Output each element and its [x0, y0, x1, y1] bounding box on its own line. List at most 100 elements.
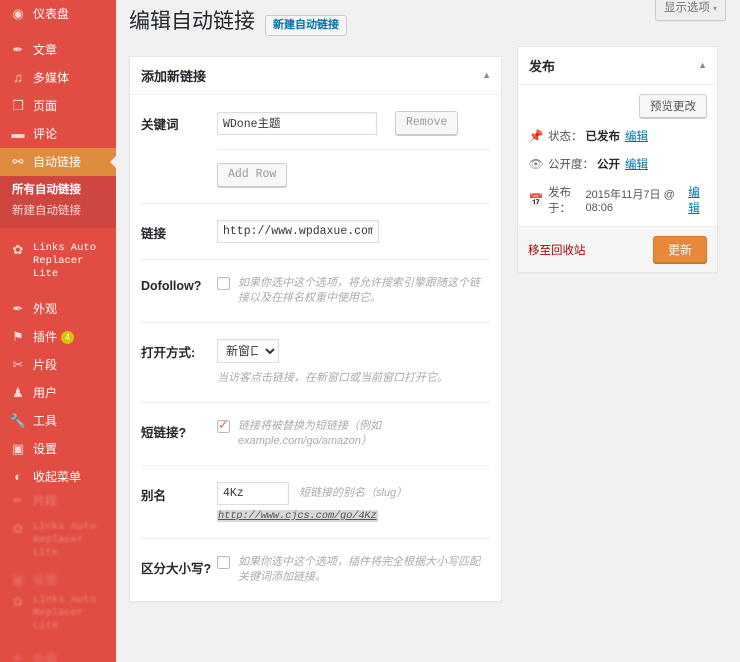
pin-icon: ✒ [12, 42, 24, 57]
visibility-label: 公开度： [548, 159, 594, 171]
sidebar-item-label: 设置 [33, 442, 58, 456]
sidebar-item-appearance[interactable]: ✒ 外观 [0, 295, 116, 323]
metabox-header[interactable]: 添加新链接 ▲ [130, 57, 501, 95]
publish-metabox-header[interactable]: 发布 ▲ [518, 47, 717, 85]
comment-icon: ▬ [11, 126, 25, 141]
chevron-up-icon[interactable]: ▲ [482, 71, 491, 80]
admin-page: ◉ 仪表盘 ✒ 文章 ♫ 多媒体 ❒ 页面 ▬ 评论 ⚯ 自动链接 所有自动链接… [0, 0, 740, 662]
keyword-label: 关键词 [141, 118, 179, 132]
shortlink-checkbox[interactable] [217, 418, 230, 433]
move-to-trash-link[interactable]: 移至回收站 [528, 242, 586, 258]
field-row-shortlink: 短链接? 链接将被替换为短链接（例如 example.com/go/amazon… [141, 403, 490, 466]
add-new-link-metabox: 添加新链接 ▲ 关键词 Remove [129, 56, 502, 602]
sidebar-item-label: Links Auto Replacer Lite [33, 521, 97, 559]
case-sensitive-checkbox[interactable] [217, 556, 230, 569]
sidebar-subitem-all-auto-links[interactable]: 所有自动链接 [0, 180, 116, 201]
target-select[interactable]: 新窗口 当前窗口 [217, 339, 279, 363]
remove-keyword-button[interactable]: Remove [395, 111, 459, 135]
eye-icon: 👁 [528, 157, 544, 171]
menu-separator [0, 28, 116, 36]
gear-icon: ✿ [12, 242, 24, 257]
sidebar-item-pages[interactable]: ❒ 页面 [0, 92, 116, 120]
screen-meta-links: 显示选项 ▾ [654, 0, 726, 21]
sidebar-item-snippets[interactable]: ✂ 片段 [0, 351, 116, 379]
status-label: 状态： [548, 131, 583, 143]
shortlink-description: 链接将被替换为短链接（例如 example.com/go/amazon） [238, 420, 381, 447]
sidebar-item-label: 片段 [33, 358, 58, 372]
settings-icon: ▣ [11, 572, 25, 587]
sidebar-item-label: 用户 [33, 386, 58, 400]
sidebar-ghost-item: ✒ 片段 [0, 487, 116, 515]
target-label: 打开方式: [141, 346, 196, 360]
field-row-target: 打开方式: 新窗口 当前窗口 当访客点击链接，在新窗口或当前窗口打开它。 [141, 323, 490, 403]
sidebar-subitem-new-auto-link[interactable]: 新建自动链接 [0, 201, 116, 222]
edit-visibility-link[interactable]: 编辑 [625, 156, 648, 172]
snippets-icon: ✂ [12, 357, 24, 372]
sidebar-item-auto-links[interactable]: ⚯ 自动链接 [0, 148, 116, 176]
add-row-button[interactable]: Add Row [217, 163, 288, 187]
case-sensitive-label: 区分大小写? [141, 562, 212, 576]
settings-icon: ▣ [11, 441, 25, 456]
sidebar-item-label: 片段 [33, 494, 58, 508]
keyword-input[interactable] [217, 111, 377, 135]
sidebar-item-label: 外观 [33, 302, 58, 316]
metabox-inside: 关键词 Remove Add Row [130, 95, 501, 601]
field-row-case-sensitive: 区分大小写? 如果你选中这个选项，插件将完全根据大小写匹配关键词添加链接。 [141, 539, 490, 601]
keyword-body: Remove Add Row [217, 111, 490, 187]
sidebar-item-label: Links Auto Replacer Lite [33, 242, 97, 280]
shortlink-label: 短链接? [141, 426, 187, 440]
menu-separator [0, 287, 116, 295]
dashboard-icon: ◉ [12, 6, 24, 21]
dofollow-checkbox[interactable] [217, 277, 230, 290]
sidebar-ghost-item: ✒ 外观 [0, 645, 116, 662]
sidebar-item-users[interactable]: ♟ 用户 [0, 379, 116, 407]
screen-options-button[interactable]: 显示选项 ▾ [654, 0, 726, 21]
sidebar-item-label: 工具 [33, 414, 58, 428]
link-label: 链接 [141, 227, 167, 241]
plugins-icon: ⚑ [12, 329, 24, 344]
case-sensitive-description: 如果你选中这个选项，插件将完全根据大小写匹配关键词添加链接。 [238, 556, 480, 583]
sidebar-item-plugins[interactable]: ⚑ 插件 4 [0, 323, 116, 351]
link-url-input[interactable] [217, 220, 379, 243]
sidebar-submenu-auto-links: 所有自动链接 新建自动链接 [0, 176, 116, 228]
users-icon: ♟ [12, 385, 24, 400]
plugins-update-badge: 4 [61, 330, 75, 344]
sidebar-item-settings[interactable]: ▣ 设置 [0, 435, 116, 463]
sidebar-item-tools[interactable]: 🔧 工具 [0, 407, 116, 435]
short-link-url[interactable]: http://www.cjcs.com/go/4Kz [217, 510, 378, 522]
field-row-keyword: 关键词 Remove Add Row [141, 95, 490, 204]
page-header: 编辑自动链接 新建自动链接 [116, 0, 347, 36]
target-body: 新窗口 当前窗口 当访客点击链接，在新窗口或当前窗口打开它。 [217, 339, 490, 386]
edit-status-link[interactable]: 编辑 [625, 128, 648, 144]
slug-label: 别名 [141, 489, 167, 503]
pin-icon: 📌 [528, 129, 544, 143]
publish-date-row: 📅 发布于： 2015年11月7日 @ 08:06 编辑 [518, 178, 717, 226]
calendar-icon: 📅 [528, 193, 544, 207]
visibility-value: 公开 [597, 159, 620, 171]
shortlink-body: 链接将被替换为短链接（例如 example.com/go/amazon） [217, 418, 490, 449]
dofollow-label: Dofollow? [141, 279, 202, 293]
preview-changes-button[interactable]: 预览更改 [639, 94, 707, 118]
link-body [217, 220, 490, 243]
sidebar-item-dashboard[interactable]: ◉ 仪表盘 [0, 0, 116, 28]
collapse-icon: ◐ [14, 469, 22, 484]
sidebar-item-media[interactable]: ♫ 多媒体 [0, 64, 116, 92]
update-button[interactable]: 更新 [652, 236, 707, 263]
sidebar-item-label: 外观 [33, 652, 58, 662]
sidebar-item-links-auto-replacer-lite[interactable]: ✿ Links Auto Replacer Lite [0, 236, 116, 287]
gear-icon: ✿ [12, 521, 24, 536]
auto-links-icon: ⚯ [12, 154, 24, 169]
sidebar-item-comments[interactable]: ▬ 评论 [0, 120, 116, 148]
sidebar-item-posts[interactable]: ✒ 文章 [0, 36, 116, 64]
add-new-auto-link-button[interactable]: 新建自动链接 [265, 15, 347, 36]
edit-date-link[interactable]: 编辑 [688, 184, 707, 216]
metabox-title: 添加新链接 [141, 69, 207, 84]
postbox-container-side: 发布 ▲ 预览更改 📌 状态： 已发布 编辑 👁 公开度： 公开 编辑 📅 发布… [517, 46, 718, 273]
sidebar-item-label: 收起菜单 [33, 470, 82, 484]
chevron-up-icon[interactable]: ▲ [698, 61, 707, 70]
slug-input[interactable] [217, 482, 289, 505]
appearance-icon: ✒ [12, 301, 24, 316]
sidebar-ghost-item: ✿ Links Auto Replacer Lite [0, 515, 116, 566]
sidebar-item-label: 设置 [33, 573, 58, 587]
publish-status-row: 📌 状态： 已发布 编辑 [518, 122, 717, 150]
